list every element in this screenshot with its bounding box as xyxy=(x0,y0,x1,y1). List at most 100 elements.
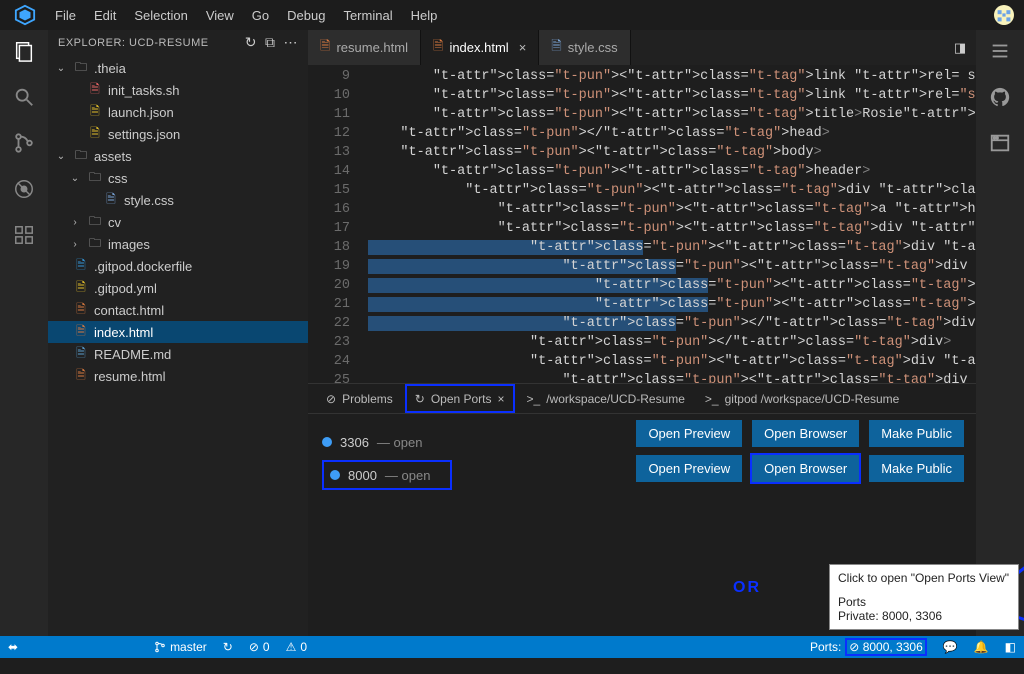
tree-item-label: launch.json xyxy=(108,105,174,120)
file-launch-json[interactable]: 🗎launch.json xyxy=(48,101,308,123)
port-state: — open xyxy=(377,435,423,450)
panel-tab-gitpod--workspace-ucd-resume[interactable]: >_gitpod /workspace/UCD-Resume xyxy=(697,384,907,413)
port-number: 3306 xyxy=(340,435,369,450)
file-settings-json[interactable]: 🗎settings.json xyxy=(48,123,308,145)
ports-tooltip: Click to open "Open Ports View" Ports Pr… xyxy=(829,564,1019,630)
file-icon: 🗎 xyxy=(73,324,89,340)
panel-tab-label: /workspace/UCD-Resume xyxy=(546,392,685,406)
menu-file[interactable]: File xyxy=(46,8,85,23)
editor-tab-bar: 🗎resume.html🗎index.html×🗎style.css◨ xyxy=(308,30,976,65)
tree-item-label: style.css xyxy=(124,193,174,208)
menu-edit[interactable]: Edit xyxy=(85,8,125,23)
file-icon: 🗎 xyxy=(87,82,103,98)
more-icon[interactable]: ⋯ xyxy=(284,34,299,51)
panel-tab-problems[interactable]: ⊘Problems xyxy=(318,384,401,413)
file-icon: 🗎 xyxy=(433,37,443,59)
file-icon: 🗎 xyxy=(73,368,89,384)
tree-item-label: .gitpod.dockerfile xyxy=(94,259,192,274)
explorer-sidebar: EXPLORER: UCD-RESUME ↻ ⧉ ⋯ ⌄🗀.theia🗎init… xyxy=(48,30,308,638)
github-icon[interactable] xyxy=(985,82,1015,112)
status-bar: ⬌ master ↻ ⊘0 ⚠0 Ports: ⊘ 8000, 3306 💬 🔔… xyxy=(0,636,1024,658)
folder-assets[interactable]: ⌄🗀assets xyxy=(48,145,308,167)
file-style-css[interactable]: 🗎style.css xyxy=(48,189,308,211)
collapse-all-icon[interactable]: ⧉ xyxy=(265,34,276,51)
file--gitpod-dockerfile[interactable]: 🗎 .gitpod.dockerfile xyxy=(48,255,308,277)
panel-tab-label: Open Ports xyxy=(431,392,492,406)
status-bell-icon[interactable]: 🔔 xyxy=(966,640,997,654)
tab-label: index.html xyxy=(449,40,508,55)
activity-explorer[interactable] xyxy=(9,36,39,66)
make-public-button[interactable]: Make Public xyxy=(869,420,964,447)
folder--theia[interactable]: ⌄🗀.theia xyxy=(48,57,308,79)
tree-item-label: cv xyxy=(108,215,121,230)
file-readme-md[interactable]: 🗎README.md xyxy=(48,343,308,365)
tree-item-label: resume.html xyxy=(94,369,166,384)
refresh-icon[interactable]: ↻ xyxy=(245,34,257,51)
menu-selection[interactable]: Selection xyxy=(125,8,196,23)
status-feedback-icon[interactable]: 💬 xyxy=(935,640,966,654)
tree-item-label: contact.html xyxy=(94,303,164,318)
status-branch[interactable]: master xyxy=(146,640,215,654)
folder-icon: 🗀 xyxy=(73,148,89,164)
activity-debug[interactable] xyxy=(9,174,39,204)
tree-item-label: .gitpod.yml xyxy=(94,281,157,296)
panel-tab-open-ports[interactable]: ↻Open Ports× xyxy=(405,384,515,413)
file--gitpod-yml[interactable]: 🗎.gitpod.yml xyxy=(48,277,308,299)
or-label: OR xyxy=(733,579,761,597)
file-init-tasks-sh[interactable]: 🗎init_tasks.sh xyxy=(48,79,308,101)
menu-go[interactable]: Go xyxy=(243,8,278,23)
activity-source-control[interactable] xyxy=(9,128,39,158)
chevron-icon: ⌄ xyxy=(54,151,68,162)
browser-preview-icon[interactable] xyxy=(985,128,1015,158)
file-icon: 🗎 xyxy=(320,37,330,59)
outline-icon[interactable] xyxy=(985,36,1015,66)
tooltip-line2: Ports xyxy=(838,595,1010,609)
right-rail xyxy=(976,30,1024,638)
open-browser-button[interactable]: Open Browser xyxy=(752,455,859,482)
editor-tab-style-css[interactable]: 🗎style.css xyxy=(539,30,630,65)
open-preview-button[interactable]: Open Preview xyxy=(636,420,742,447)
folder-cv[interactable]: ›🗀cv xyxy=(48,211,308,233)
status-remote[interactable]: ⬌ xyxy=(0,640,26,654)
make-public-button[interactable]: Make Public xyxy=(869,455,964,482)
user-avatar[interactable] xyxy=(994,5,1014,25)
port-action-buttons: Open Preview Open Browser Make Public Op… xyxy=(636,420,964,482)
activity-extensions[interactable] xyxy=(9,220,39,250)
chevron-icon: › xyxy=(68,217,82,228)
activity-search[interactable] xyxy=(9,82,39,112)
open-browser-button[interactable]: Open Browser xyxy=(752,420,859,447)
menu-debug[interactable]: Debug xyxy=(278,8,334,23)
chevron-icon: › xyxy=(68,239,82,250)
panel-tab-icon: >_ xyxy=(527,392,541,406)
code-content[interactable]: "t-attr">class="t-pun"><"t-attr">class="… xyxy=(368,65,976,383)
file-contact-html[interactable]: 🗎contact.html xyxy=(48,299,308,321)
close-icon[interactable]: × xyxy=(498,392,505,406)
menu-help[interactable]: Help xyxy=(402,8,447,23)
folder-css[interactable]: ⌄🗀css xyxy=(48,167,308,189)
file-resume-html[interactable]: 🗎 resume.html xyxy=(48,365,308,387)
tree-item-label: css xyxy=(108,171,128,186)
status-sync[interactable]: ↻ xyxy=(215,640,241,654)
split-editor-icon[interactable]: ◨ xyxy=(944,30,976,65)
port-row-8000[interactable]: 8000 — open xyxy=(322,460,452,490)
panel-tab-icon: ⊘ xyxy=(326,392,336,406)
menu-terminal[interactable]: Terminal xyxy=(334,8,401,23)
editor-area: 🗎resume.html🗎index.html×🗎style.css◨ 9101… xyxy=(308,30,976,638)
status-layout-icon[interactable]: ◧ xyxy=(997,640,1024,654)
editor-tab-resume-html[interactable]: 🗎resume.html xyxy=(308,30,421,65)
open-preview-button[interactable]: Open Preview xyxy=(636,455,742,482)
status-errors[interactable]: ⊘0 xyxy=(241,640,278,654)
status-warnings[interactable]: ⚠0 xyxy=(278,640,315,654)
status-ports[interactable]: Ports: ⊘ 8000, 3306 xyxy=(802,638,935,656)
panel-tab--workspace-ucd-resume[interactable]: >_ /workspace/UCD-Resume xyxy=(519,384,693,413)
file-index-html[interactable]: 🗎index.html xyxy=(48,321,308,343)
folder-images[interactable]: ›🗀images xyxy=(48,233,308,255)
file-icon: 🗎 xyxy=(73,346,89,362)
file-icon: 🗎 xyxy=(73,258,89,274)
close-icon[interactable]: × xyxy=(519,40,527,55)
port-number: 8000 xyxy=(348,468,377,483)
port-state: — open xyxy=(385,468,431,483)
menu-view[interactable]: View xyxy=(197,8,243,23)
editor-tab-index-html[interactable]: 🗎 index.html × xyxy=(421,30,539,65)
code-editor[interactable]: 910111213141516171819202122232425 "t-att… xyxy=(308,65,976,383)
